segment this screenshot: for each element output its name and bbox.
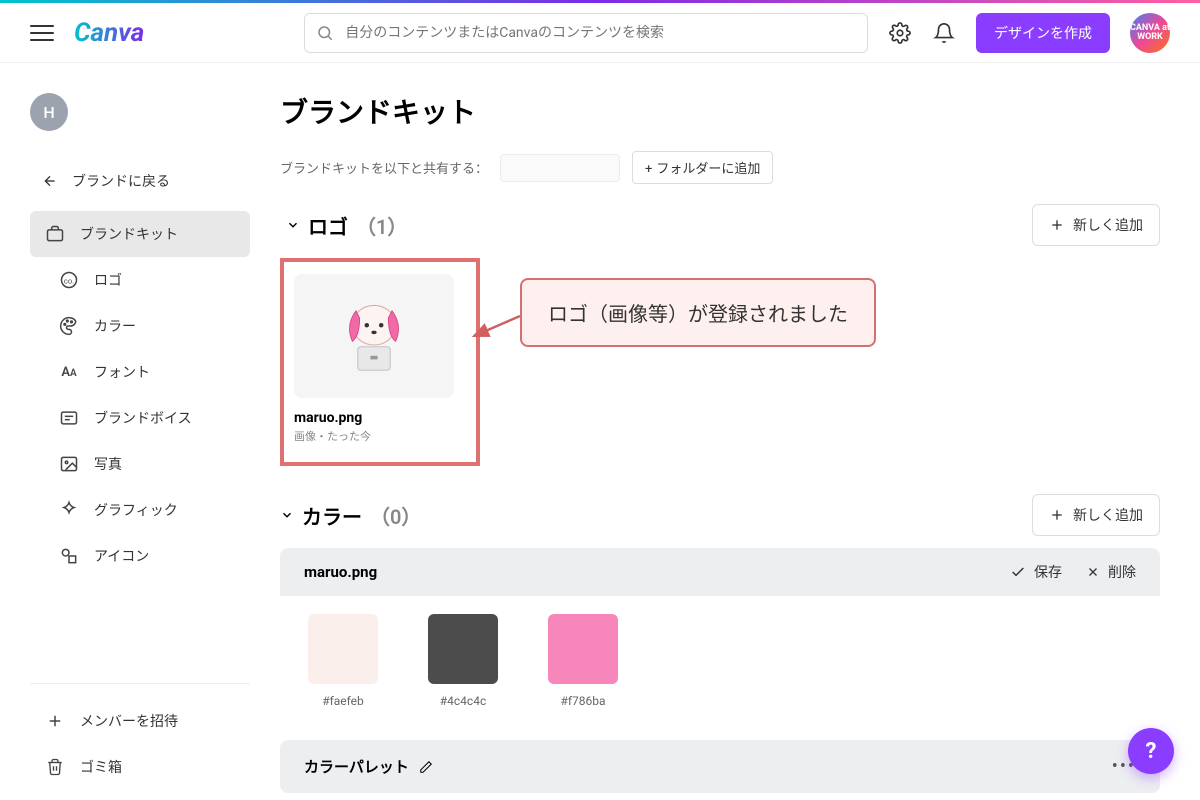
sidebar: H ブランドに戻る ブランドキット co. ロゴ カラー AA フォント ブラン… (0, 63, 260, 800)
font-icon: AA (58, 361, 80, 383)
color-count: （0） (370, 501, 421, 530)
palette-card: maruo.png 保存 削除 #faefeb #4c4c4c #f786ba (280, 548, 1160, 726)
search-box (304, 13, 868, 53)
add-logo-button[interactable]: 新しく追加 (1032, 204, 1160, 246)
plus-icon (44, 710, 66, 732)
sidebar-item-label: アイコン (94, 546, 149, 566)
color-section-head[interactable]: カラー （0） (280, 501, 421, 530)
sidebar-item-label: カラー (94, 316, 136, 336)
sidebar-item-label: ブランドボイス (94, 408, 192, 428)
palette-delete-button[interactable]: 削除 (1086, 562, 1136, 582)
sidebar-item-label: フォント (94, 362, 150, 382)
color-palette-card: カラーパレット ••• (280, 740, 1160, 793)
logo-section-highlight: maruo.png 画像・たった今 (280, 258, 480, 466)
topbar: Canva デザインを作成 CANVA at WORK (0, 3, 1200, 63)
sidebar-item-label: 写真 (94, 454, 122, 474)
color-swatch (428, 614, 498, 684)
main-content: ブランドキット ブランドキットを以下と共有する： +フォルダーに追加 ロゴ （1… (260, 63, 1200, 800)
invite-label: メンバーを招待 (80, 711, 178, 731)
trash-button[interactable]: ゴミ箱 (30, 744, 250, 790)
palette-name: maruo.png (304, 563, 377, 581)
trash-icon (44, 756, 66, 778)
logo-item-name: maruo.png (294, 410, 454, 426)
canva-work-badge[interactable]: CANVA at WORK (1130, 13, 1170, 53)
search-icon (316, 24, 334, 42)
voice-icon (58, 407, 80, 429)
hamburger-icon[interactable] (30, 25, 54, 41)
page-title: ブランドキット (280, 91, 1160, 131)
help-button[interactable]: ? (1128, 728, 1174, 774)
search-input[interactable] (304, 13, 868, 53)
logo-count: （1） (356, 211, 407, 240)
sidebar-item-voice[interactable]: ブランドボイス (30, 395, 250, 441)
dog-illustration (329, 291, 419, 381)
sidebar-item-label: グラフィック (94, 500, 178, 520)
annotation-arrow (468, 312, 524, 342)
share-label: ブランドキットを以下と共有する： (280, 158, 488, 177)
invite-members-button[interactable]: メンバーを招待 (30, 698, 250, 744)
briefcase-icon (44, 223, 66, 245)
share-row: ブランドキットを以下と共有する： +フォルダーに追加 (280, 151, 1160, 184)
pencil-icon[interactable] (419, 760, 433, 774)
bell-icon[interactable] (932, 21, 956, 45)
avatar[interactable]: H (30, 93, 68, 131)
logo-item-meta: 画像・たった今 (294, 428, 454, 444)
logo-heading: ロゴ (308, 211, 348, 240)
swatch-item[interactable]: #4c4c4c (428, 614, 498, 708)
share-input[interactable] (500, 154, 620, 182)
create-design-button[interactable]: デザインを作成 (976, 13, 1110, 53)
color-swatch (308, 614, 378, 684)
back-link-label: ブランドに戻る (72, 171, 170, 191)
logo-section-head[interactable]: ロゴ （1） (286, 211, 407, 240)
svg-text:co.: co. (64, 276, 74, 285)
swatch-label: #4c4c4c (440, 694, 486, 708)
chevron-down-icon (286, 218, 300, 232)
palette-save-button[interactable]: 保存 (1010, 562, 1062, 582)
swatch-label: #f786ba (560, 694, 605, 708)
trash-label: ゴミ箱 (80, 757, 122, 777)
color-heading: カラー (302, 501, 362, 530)
back-to-brand-link[interactable]: ブランドに戻る (30, 161, 250, 201)
shapes-icon (58, 545, 80, 567)
color-swatch (548, 614, 618, 684)
sidebar-item-icon[interactable]: アイコン (30, 533, 250, 579)
sidebar-item-label: ブランドキット (80, 224, 178, 244)
logo-icon: co. (58, 269, 80, 291)
arrow-left-icon (42, 173, 58, 189)
swatch-label: #faefeb (322, 694, 364, 708)
annotation-callout: ロゴ（画像等）が登録されました (520, 278, 876, 347)
swatch-item[interactable]: #faefeb (308, 614, 378, 708)
sidebar-item-graphic[interactable]: グラフィック (30, 487, 250, 533)
logo-thumb (294, 274, 454, 398)
sidebar-item-photo[interactable]: 写真 (30, 441, 250, 487)
sidebar-item-brandkit[interactable]: ブランドキット (30, 211, 250, 257)
sidebar-item-label: ロゴ (94, 270, 122, 290)
sidebar-item-logo[interactable]: co. ロゴ (30, 257, 250, 303)
chevron-down-icon (280, 508, 294, 522)
image-icon (58, 453, 80, 475)
palette-icon (58, 315, 80, 337)
swatch-item[interactable]: #f786ba (548, 614, 618, 708)
sidebar-item-font[interactable]: AA フォント (30, 349, 250, 395)
add-folder-button[interactable]: +フォルダーに追加 (632, 151, 773, 184)
canva-logo[interactable]: Canva (74, 18, 144, 48)
gear-icon[interactable] (888, 21, 912, 45)
palette2-name: カラーパレット (304, 756, 409, 777)
add-color-button[interactable]: 新しく追加 (1032, 494, 1160, 536)
logo-card[interactable]: maruo.png 画像・たった今 (294, 274, 454, 444)
sidebar-item-color[interactable]: カラー (30, 303, 250, 349)
graphic-icon (58, 499, 80, 521)
